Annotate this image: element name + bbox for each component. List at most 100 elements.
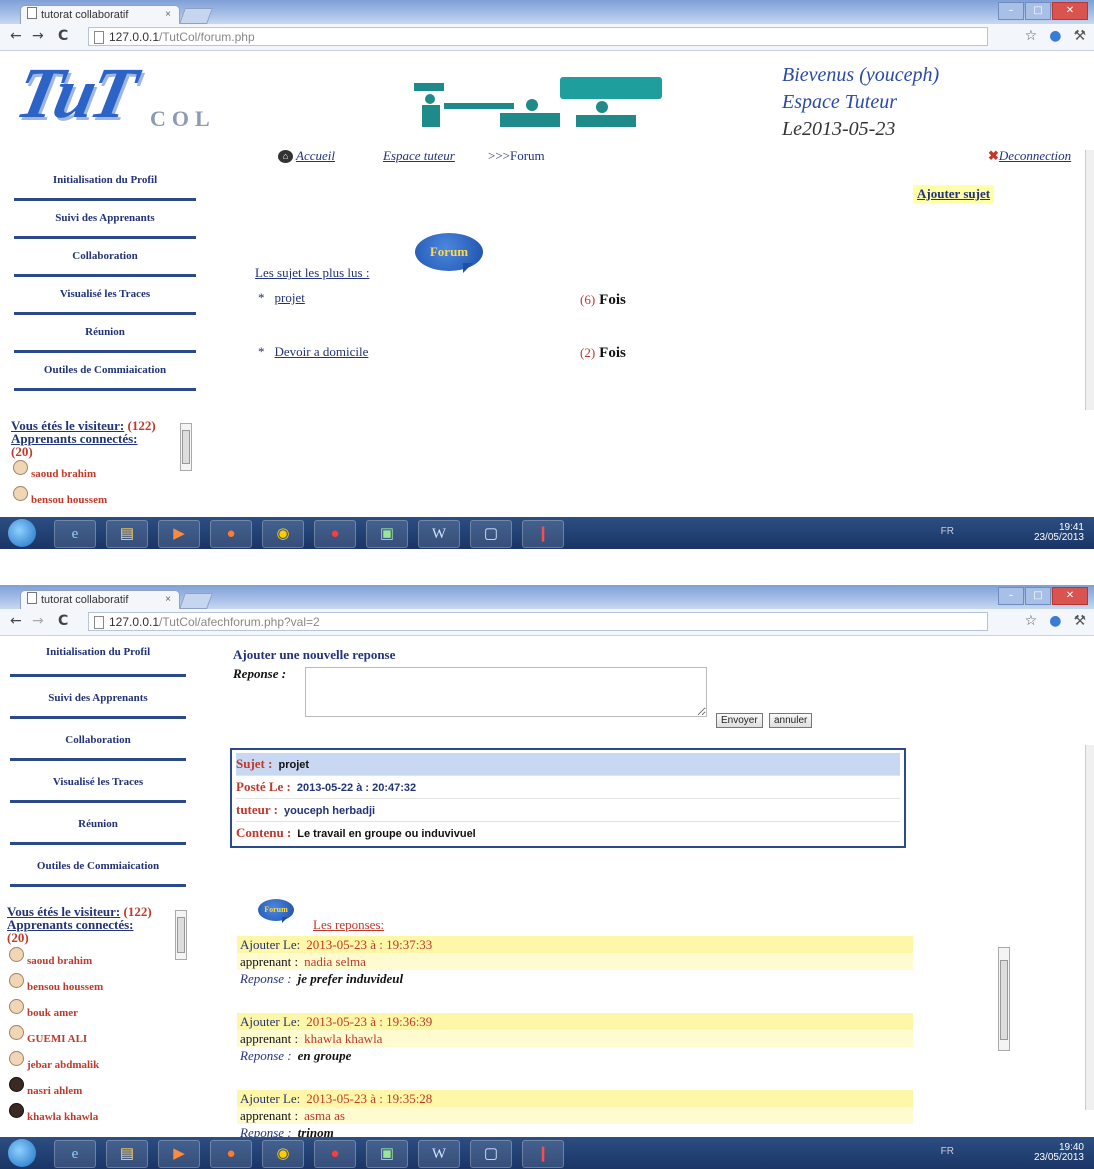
window-icon[interactable]: ▢ [470,520,512,548]
sidebar-item-profile[interactable]: Initialisation du Profil [14,163,196,201]
sidebar-item-meeting[interactable]: Réunion [10,803,186,845]
nav-home-link[interactable]: Accueil [296,148,335,163]
sidebar-item-traces[interactable]: Visualisé les Traces [14,277,196,315]
sidebar-item-label[interactable]: Réunion [85,326,125,338]
language-indicator[interactable]: FR [941,1147,954,1157]
sidebar-item-label[interactable]: Outiles de Commiaication [37,860,159,872]
media-player-icon[interactable]: ▶ [158,1140,200,1168]
ie-icon[interactable]: e [54,1140,96,1168]
browser-tab[interactable]: tutorat collaboratif × [20,5,180,24]
nav-home[interactable]: ⌂ Accueil [278,148,335,164]
minimize-button[interactable]: – [998,2,1024,20]
wrench-icon[interactable]: ⚒ [1073,28,1086,44]
sidebar-item-label[interactable]: Outiles de Commiaication [44,364,166,376]
maximize-button[interactable]: □ [1025,2,1051,20]
sidebar-item-collaboration[interactable]: Collaboration [10,719,186,761]
back-icon[interactable]: ← [10,28,22,44]
start-button[interactable] [8,519,36,547]
browser-tab[interactable]: tutorat collaboratif × [20,590,180,609]
star-icon[interactable]: ☆ [1025,613,1038,629]
list-item[interactable]: nasri ahlem [7,1075,177,1101]
nav-space-link[interactable]: Espace tuteur [383,148,455,163]
sidebar-item-label[interactable]: Suivi des Apprenants [48,692,147,704]
sidebar-item-label[interactable]: Suivi des Apprenants [55,212,154,224]
firefox-icon[interactable]: ● [210,1140,252,1168]
nav-space[interactable]: Espace tuteur [383,148,455,164]
scroll-thumb[interactable] [182,430,190,464]
scroll-thumb[interactable] [177,917,185,953]
globe-icon[interactable]: ● [1049,28,1061,44]
new-tab-button[interactable] [179,593,213,609]
sidebar-item-label[interactable]: Visualisé les Traces [60,288,150,300]
new-tab-button[interactable] [179,8,213,24]
back-icon[interactable]: ← [10,613,22,629]
users-scrollbar[interactable] [175,910,187,960]
sidebar-item-label[interactable]: Collaboration [65,734,130,746]
reload-icon[interactable]: C [58,28,68,44]
address-bar[interactable]: 127.0.0.1/TutCol/forum.php [88,27,988,46]
pdf-icon[interactable]: ❙ [522,1140,564,1168]
sidebar-item-learners[interactable]: Suivi des Apprenants [14,201,196,239]
ie-icon[interactable]: e [54,520,96,548]
app-icon[interactable]: ▣ [366,520,408,548]
firefox-icon[interactable]: ● [210,520,252,548]
sidebar-item-label[interactable]: Réunion [78,818,118,830]
star-icon[interactable]: ☆ [1025,28,1038,44]
list-item[interactable]: saoud brahim [7,945,177,971]
subject-link[interactable]: Devoir a domicile [275,344,369,359]
sidebar-item-label[interactable]: Collaboration [72,250,137,262]
maximize-button[interactable]: □ [1025,587,1051,605]
sidebar-item-profile[interactable]: Initialisation du Profil [10,635,186,677]
logout-text[interactable]: Deconnection [999,148,1071,163]
opera-icon[interactable]: ● [314,1140,356,1168]
list-item[interactable]: GUEMI ALI [7,1023,177,1049]
list-item[interactable]: saoud brahim [11,458,181,484]
tab-close-icon[interactable]: × [165,591,171,609]
list-item[interactable]: bensou houssem [11,484,181,510]
reload-icon[interactable]: C [58,613,68,629]
sidebar-item-collaboration[interactable]: Collaboration [14,239,196,277]
sidebar-item-label[interactable]: Initialisation du Profil [46,646,150,658]
sidebar-item-label[interactable]: Visualisé les Traces [53,776,143,788]
users-scrollbar[interactable] [180,423,192,471]
opera-icon[interactable]: ● [314,520,356,548]
folder-icon[interactable]: ▤ [106,520,148,548]
sidebar-item-meeting[interactable]: Réunion [14,315,196,353]
wrench-icon[interactable]: ⚒ [1073,613,1086,629]
close-window-button[interactable]: ✕ [1052,587,1088,605]
page-scrollbar[interactable] [1085,150,1094,410]
sidebar-item-traces[interactable]: Visualisé les Traces [10,761,186,803]
sidebar-item-tools[interactable]: Outiles de Commiaication [10,845,186,887]
language-indicator[interactable]: FR [941,527,954,537]
add-subject-link[interactable]: Ajouter sujet [913,185,995,203]
sidebar-item-tools[interactable]: Outiles de Commiaication [14,353,196,391]
globe-icon[interactable]: ● [1049,613,1061,629]
sidebar-item-learners[interactable]: Suivi des Apprenants [10,677,186,719]
reply-textarea[interactable] [305,667,707,717]
send-button[interactable]: Envoyer [716,713,763,728]
pdf-icon[interactable]: ❙ [522,520,564,548]
list-item[interactable]: khawla khawla [7,1101,177,1127]
window-icon[interactable]: ▢ [470,1140,512,1168]
media-player-icon[interactable]: ▶ [158,520,200,548]
word-icon[interactable]: W [418,1140,460,1168]
subject-link[interactable]: projet [275,290,305,305]
address-bar[interactable]: 127.0.0.1/TutCol/afechforum.php?val=2 [88,612,988,631]
minimize-button[interactable]: – [998,587,1024,605]
logout-link[interactable]: ✖Deconnection [988,148,1071,164]
folder-icon[interactable]: ▤ [106,1140,148,1168]
cancel-button[interactable]: annuler [769,713,813,728]
chrome-icon[interactable]: ◉ [262,1140,304,1168]
replies-scrollbar[interactable] [998,947,1010,1051]
app-icon[interactable]: ▣ [366,1140,408,1168]
list-item[interactable]: jebar abdmalik [7,1049,177,1075]
word-icon[interactable]: W [418,520,460,548]
start-button[interactable] [8,1139,36,1167]
scroll-thumb[interactable] [1000,960,1008,1040]
page-scrollbar[interactable] [1085,745,1094,1110]
chrome-icon[interactable]: ◉ [262,520,304,548]
list-item[interactable]: bouk amer [7,997,177,1023]
close-window-button[interactable]: ✕ [1052,2,1088,20]
sidebar-item-label[interactable]: Initialisation du Profil [53,174,157,186]
list-item[interactable]: bensou houssem [7,971,177,997]
